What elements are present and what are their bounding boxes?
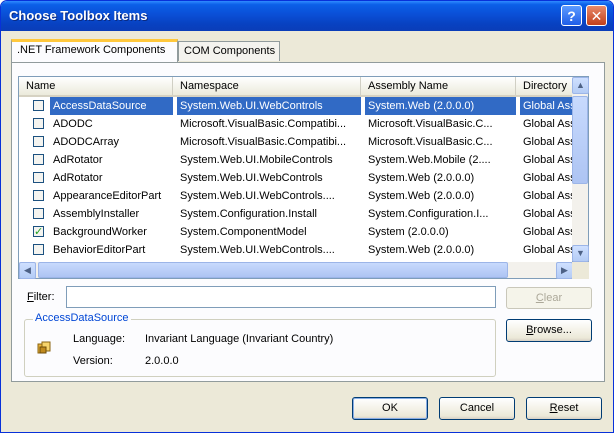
cell-assembly: System.Configuration.I... [368,208,489,220]
cell-namespace: System.Web.UI.MobileControls [180,154,333,166]
language-value: Invariant Language (Invariant Country) [145,333,334,345]
row-checkbox[interactable] [33,190,44,201]
dialog-title: Choose Toolbox Items [9,8,148,23]
cell-name: BackgroundWorker [53,226,147,238]
cell-directory: Global Ass [523,190,574,202]
cell-assembly: System.Web (2.0.0.0) [368,172,475,184]
cell-name: AccessDataSource [50,97,173,115]
table-row[interactable]: AssemblyInstaller System.Configuration.In… [19,205,573,223]
close-button[interactable]: ✕ [586,5,607,26]
cell-assembly: Microsoft.VisualBasic.C... [368,136,493,148]
tab-com-components[interactable]: COM Components [178,41,280,61]
row-checkbox[interactable] [33,100,44,111]
column-header-name[interactable]: Name [19,77,173,95]
help-icon: ? [567,8,576,24]
scrollbar-corner [572,262,589,279]
cell-assembly: System (2.0.0.0) [368,226,449,238]
cell-directory: Global Ass [523,118,574,130]
cell-name: ADODCArray [53,136,120,148]
reset-button[interactable]: Reset [526,397,602,420]
version-value: 2.0.0.0 [145,355,179,367]
browse-button[interactable]: Browse... [506,319,592,342]
title-bar[interactable]: Choose Toolbox Items ? ✕ [1,1,613,31]
row-checkbox[interactable] [33,244,44,255]
table-row[interactable]: BackgroundWorker System.ComponentModel Sys… [19,223,573,241]
cell-directory: Global Ass [523,244,574,256]
details-group-title: AccessDataSource [33,312,131,324]
filter-label: Filter: [27,291,55,303]
cancel-button[interactable]: Cancel [439,397,515,420]
tab-net-framework-components[interactable]: .NET Framework Components [11,39,178,62]
cell-directory: Global Ass [523,172,574,184]
vertical-scroll-thumb[interactable] [572,96,588,184]
tab-label: .NET Framework Components [17,44,166,56]
details-groupbox [24,319,496,377]
cell-namespace: System.Web.UI.WebControls.... [180,190,335,202]
cell-assembly: System.Web.Mobile (2.... [368,154,491,166]
row-checkbox[interactable] [33,136,44,147]
cell-assembly: Microsoft.VisualBasic.C... [368,118,493,130]
cell-namespace: Microsoft.VisualBasic.Compatibi... [180,118,347,130]
cell-assembly: System.Web (2.0.0.0) [368,244,475,256]
components-list[interactable]: Name Namespace Assembly Name Directory A… [18,76,574,264]
assembly-icon [37,341,51,354]
row-checkbox[interactable] [33,172,44,183]
close-icon: ✕ [590,8,603,24]
column-header-namespace[interactable]: Namespace [173,77,361,95]
cell-name: AdRotator [53,172,103,184]
cell-directory: Global Ass [523,136,574,148]
version-label: Version: [73,355,113,367]
table-row[interactable]: AccessDataSource System.Web.UI.WebControl… [19,97,573,115]
tab-label: COM Components [184,45,276,57]
cell-namespace: System.Configuration.Install [180,208,317,220]
cell-name: AppearanceEditorPart [53,190,162,202]
table-row[interactable]: AppearanceEditorPart System.Web.UI.WebCon… [19,187,573,205]
cell-namespace: System.Web.UI.WebControls.... [180,244,335,256]
row-checkbox[interactable] [33,154,44,165]
scroll-down-icon[interactable]: ▼ [572,245,589,262]
scroll-left-icon[interactable]: ◀ [19,262,36,279]
cell-directory: Global Ass [520,97,573,115]
clear-button[interactable]: Clear [506,287,592,309]
table-row[interactable]: AdRotator System.Web.UI.MobileControls Sys… [19,151,573,169]
row-checkbox[interactable] [33,208,44,219]
scroll-right-icon[interactable]: ▶ [556,262,573,279]
cell-directory: Global Ass [523,154,574,166]
cell-name: AssemblyInstaller [53,208,140,220]
cell-assembly: System.Web (2.0.0.0) [368,190,475,202]
list-header: Name Namespace Assembly Name Directory [19,77,573,97]
cell-directory: Global Ass [523,226,574,238]
cell-namespace: System.ComponentModel [180,226,307,238]
filter-input[interactable] [66,286,496,308]
table-row[interactable]: ADODCArray Microsoft.VisualBasic.Compatib… [19,133,573,151]
cell-namespace: System.Web.UI.WebControls [180,172,323,184]
ok-button[interactable]: OK [352,397,428,420]
scroll-up-icon[interactable]: ▲ [572,77,589,94]
help-button[interactable]: ? [561,5,582,26]
column-header-assembly-name[interactable]: Assembly Name [361,77,516,95]
table-row[interactable]: BehaviorEditorPart System.Web.UI.WebContr… [19,241,573,259]
row-checkbox[interactable] [33,223,44,241]
cell-namespace: Microsoft.VisualBasic.Compatibi... [180,136,347,148]
vertical-scrollbar[interactable]: ▲ ▼ [572,76,589,262]
table-row[interactable]: ADODC Microsoft.VisualBasic.Compatibi... M… [19,115,573,133]
horizontal-scroll-thumb[interactable] [38,262,508,278]
language-label: Language: [73,333,125,345]
horizontal-scrollbar[interactable]: ◀ ▶ [18,262,573,279]
cell-name: AdRotator [53,154,103,166]
cell-name: BehaviorEditorPart [53,244,146,256]
cell-directory: Global Ass [523,208,574,220]
row-checkbox[interactable] [33,118,44,129]
cell-namespace: System.Web.UI.WebControls [177,97,361,115]
cell-name: ADODC [53,118,93,130]
table-row[interactable]: AdRotator System.Web.UI.WebControls System… [19,169,573,187]
cell-assembly: System.Web (2.0.0.0) [365,97,516,115]
column-header-directory[interactable]: Directory [516,77,573,95]
dialog-window: Choose Toolbox Items ? ✕ .NET Framework … [0,0,614,433]
